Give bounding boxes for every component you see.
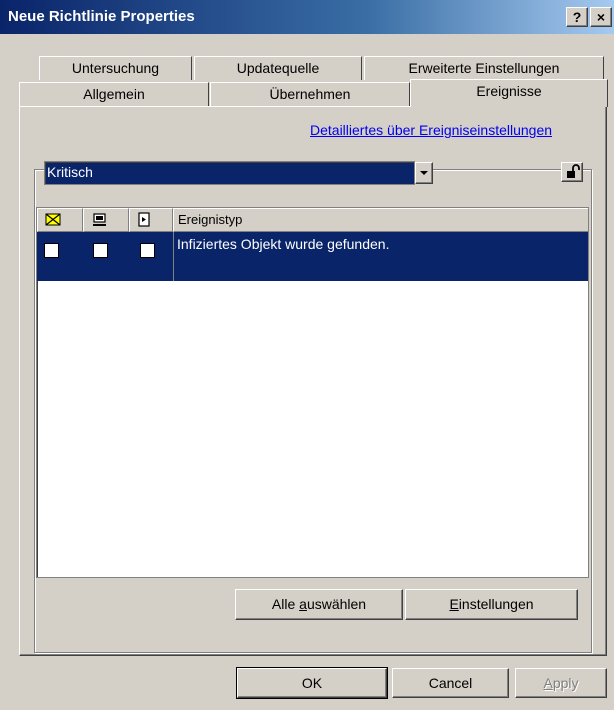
chevron-down-icon — [420, 171, 428, 175]
ok-button[interactable]: OK — [236, 667, 388, 699]
severity-selected: Kritisch — [47, 164, 93, 180]
event-type-label: Infiziertes Objekt wurde gefunden. — [177, 236, 390, 252]
lock-button[interactable] — [561, 162, 583, 182]
tab-ereignisse[interactable]: Ereignisse — [410, 79, 608, 107]
select-all-button[interactable]: Alle auswählen — [235, 589, 403, 620]
severity-dropdown[interactable]: Kritisch — [44, 161, 415, 185]
event-list[interactable]: Ereignistyp Infiziertes Objekt wurde gef… — [36, 207, 589, 578]
email-checkbox[interactable] — [44, 243, 59, 258]
window-title: Neue Richtlinie Properties — [8, 8, 195, 25]
unlock-icon — [567, 164, 580, 178]
log-checkbox[interactable] — [140, 243, 155, 258]
close-button[interactable]: × — [590, 7, 612, 27]
tab-allgemein[interactable]: Allgemein — [19, 82, 209, 106]
column-divider — [173, 232, 174, 281]
mail-icon — [45, 213, 61, 226]
header-event-type[interactable]: Ereignistyp — [173, 208, 588, 232]
console-checkbox[interactable] — [93, 243, 108, 258]
tab-untersuchung[interactable]: Untersuchung — [39, 56, 192, 80]
monitor-icon — [93, 213, 106, 226]
help-button[interactable]: ? — [566, 7, 588, 27]
header-log-column[interactable] — [129, 208, 173, 232]
tab-uebernehmen[interactable]: Übernehmen — [210, 82, 410, 106]
tab-panel-ereignisse: Detailliertes über Ereigniseinstellungen… — [19, 106, 607, 656]
tab-updatequelle[interactable]: Updatequelle — [194, 56, 362, 80]
close-icon: × — [596, 9, 606, 25]
header-console-column[interactable] — [83, 208, 129, 232]
apply-button[interactable]: Apply — [515, 668, 607, 698]
tab-erweiterte-einstellungen[interactable]: Erweiterte Einstellungen — [364, 56, 604, 80]
header-email-column[interactable] — [37, 208, 83, 232]
severity-dropdown-button[interactable] — [415, 162, 433, 184]
event-details-link[interactable]: Detailliertes über Ereigniseinstellungen — [310, 122, 552, 138]
settings-button[interactable]: Einstellungen — [405, 589, 578, 620]
log-icon — [138, 212, 150, 227]
table-row[interactable]: Infiziertes Objekt wurde gefunden. — [37, 232, 588, 281]
cancel-button[interactable]: Cancel — [392, 668, 509, 698]
